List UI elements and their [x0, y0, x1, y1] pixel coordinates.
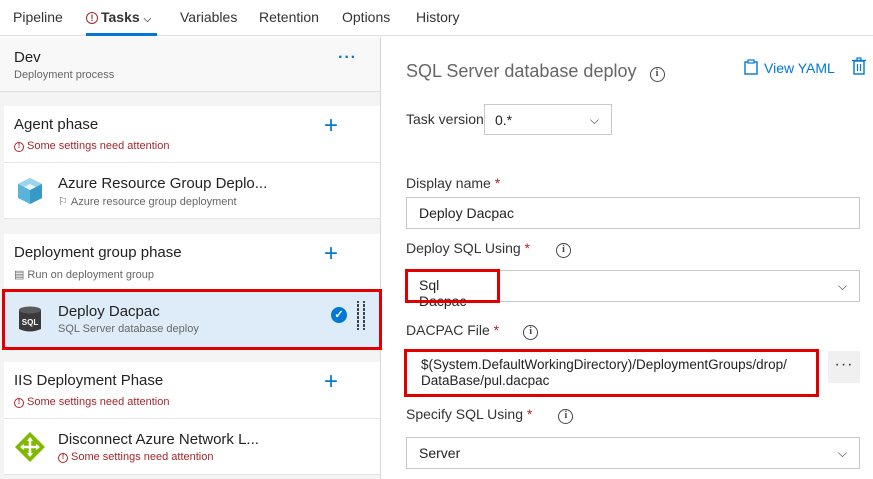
- dacpac-file-path-line1: $(System.DefaultWorkingDirectory)/Deploy…: [421, 357, 787, 372]
- phase-subtitle-text: Run on deployment group: [27, 269, 154, 281]
- task-detail-pane: SQL Server database deploy i View YAML T…: [382, 37, 873, 479]
- dacpac-file-label: DACPAC File * i: [406, 322, 539, 340]
- phase-title: Agent phase: [14, 116, 99, 133]
- dacpac-file-label-text: DACPAC File: [406, 322, 490, 338]
- check-icon: ✓: [331, 307, 347, 323]
- flag-icon: ⚐: [58, 196, 68, 208]
- info-icon[interactable]: i: [649, 67, 665, 82]
- phase-warning: ! Some settings need attention: [14, 396, 169, 408]
- phase-title: IIS Deployment Phase: [14, 372, 164, 389]
- warning-icon: !: [58, 453, 68, 463]
- task-title: Disconnect Azure Network L...: [58, 431, 259, 448]
- sql-database-icon: SQL: [19, 306, 41, 332]
- task-title: Deploy Dacpac: [58, 303, 160, 320]
- phase-agent[interactable]: Agent phase ! Some settings need attentio…: [4, 106, 380, 163]
- view-yaml-button[interactable]: View YAML: [744, 59, 835, 76]
- tab-tasks-label: Tasks: [101, 9, 140, 25]
- server-icon: ▤: [14, 269, 25, 281]
- azure-resource-group-icon: [18, 178, 42, 204]
- specify-sql-using-value: Server: [419, 445, 461, 461]
- task-disconnect-azure-network[interactable]: Disconnect Azure Network L... ! Some sett…: [4, 419, 380, 475]
- phase-iis-deployment[interactable]: IIS Deployment Phase ! Some settings need…: [4, 362, 380, 419]
- tab-retention[interactable]: Retention: [259, 9, 319, 25]
- svg-text:SQL: SQL: [22, 318, 39, 327]
- task-version-select[interactable]: 0.* ⌵: [484, 104, 612, 135]
- task-warning-text: Some settings need attention: [71, 451, 214, 463]
- task-version-label: Task version: [406, 111, 484, 127]
- task-subtitle-text: Azure resource group deployment: [70, 196, 237, 208]
- task-list-pane: Dev Deployment process ··· Agent phase !…: [0, 37, 382, 479]
- environment-title: Dev: [14, 49, 41, 66]
- add-task-button[interactable]: +: [324, 242, 338, 266]
- top-nav: Pipeline ! Tasks ⌵ Variables Retention Opt…: [0, 0, 873, 36]
- tab-options[interactable]: Options: [342, 9, 390, 25]
- tab-pipeline[interactable]: Pipeline: [13, 9, 63, 25]
- tab-variables[interactable]: Variables: [180, 9, 237, 25]
- browse-button[interactable]: ···: [828, 351, 860, 383]
- more-actions-button[interactable]: ···: [338, 49, 357, 67]
- chevron-down-icon: ⌵: [589, 113, 599, 127]
- deploy-sql-using-select[interactable]: Sql Dacpac ⌵: [405, 269, 860, 309]
- task-subtitle: SQL Server database deploy: [58, 323, 199, 335]
- add-task-button[interactable]: +: [324, 114, 338, 138]
- required-marker: *: [494, 175, 501, 191]
- specify-sql-using-label: Specify SQL Using * i: [406, 406, 574, 424]
- environment-subtitle: Deployment process: [14, 69, 115, 81]
- clipboard-icon: [744, 59, 758, 75]
- dacpac-file-path-line2: DataBase/pul.dacpac: [421, 373, 550, 388]
- tab-tasks[interactable]: ! Tasks ⌵: [86, 9, 151, 25]
- warning-icon: !: [14, 398, 24, 408]
- chevron-down-icon: ⌵: [837, 279, 847, 293]
- environment-card[interactable]: Dev Deployment process ···: [0, 37, 380, 92]
- dacpac-file-field[interactable]: $(System.DefaultWorkingDirectory)/Deploy…: [404, 349, 819, 397]
- display-name-label: Display name *: [406, 175, 500, 191]
- deploy-sql-using-value: Sql Dacpac: [405, 269, 500, 309]
- specify-sql-using-select[interactable]: Server ⌵: [406, 437, 860, 469]
- task-title: Azure Resource Group Deplo...: [58, 175, 268, 192]
- deploy-sql-using-label-text: Deploy SQL Using: [406, 240, 521, 256]
- warning-icon: !: [86, 12, 98, 24]
- phase-warning-text: Some settings need attention: [27, 140, 170, 152]
- required-marker: *: [493, 322, 500, 338]
- chevron-down-icon: ⌵: [837, 446, 847, 460]
- info-icon[interactable]: i: [523, 325, 539, 340]
- display-name-value: Deploy Dacpac: [419, 205, 514, 221]
- active-tab-indicator: [86, 33, 157, 36]
- task-azure-resource-group[interactable]: Azure Resource Group Deplo... ⚐ Azure res…: [4, 163, 380, 219]
- network-load-balancer-icon: [15, 432, 45, 462]
- task-warning: ! Some settings need attention: [58, 451, 213, 463]
- required-marker: *: [526, 406, 533, 422]
- view-yaml-label: View YAML: [764, 60, 835, 76]
- phase-subtitle: ▤ Run on deployment group: [14, 268, 154, 281]
- task-version-value: 0.*: [495, 112, 513, 128]
- warning-icon: !: [14, 142, 24, 152]
- task-subtitle: ⚐ Azure resource group deployment: [58, 195, 237, 208]
- deploy-sql-using-label: Deploy SQL Using * i: [406, 240, 571, 258]
- add-task-button[interactable]: +: [324, 370, 338, 394]
- task-detail-title-text: SQL Server database deploy: [406, 61, 637, 81]
- phase-deployment-group[interactable]: Deployment group phase ▤ Run on deploymen…: [4, 234, 380, 290]
- specify-sql-using-label-text: Specify SQL Using: [406, 406, 523, 422]
- task-deploy-dacpac[interactable]: SQL Deploy Dacpac SQL Server database de…: [2, 289, 382, 350]
- required-marker: *: [524, 240, 530, 256]
- task-detail-title: SQL Server database deploy i: [406, 61, 665, 82]
- delete-icon[interactable]: [852, 57, 866, 75]
- tab-history[interactable]: History: [416, 9, 460, 25]
- info-icon[interactable]: i: [556, 243, 571, 258]
- display-name-label-text: Display name: [406, 175, 491, 191]
- phase-warning: ! Some settings need attention: [14, 140, 169, 152]
- info-icon[interactable]: i: [558, 409, 574, 424]
- drag-handle-icon[interactable]: [357, 301, 365, 329]
- phase-warning-text: Some settings need attention: [27, 396, 170, 408]
- chevron-down-icon: ⌵: [143, 14, 152, 25]
- phase-title: Deployment group phase: [14, 244, 182, 261]
- display-name-field[interactable]: Deploy Dacpac: [406, 197, 860, 229]
